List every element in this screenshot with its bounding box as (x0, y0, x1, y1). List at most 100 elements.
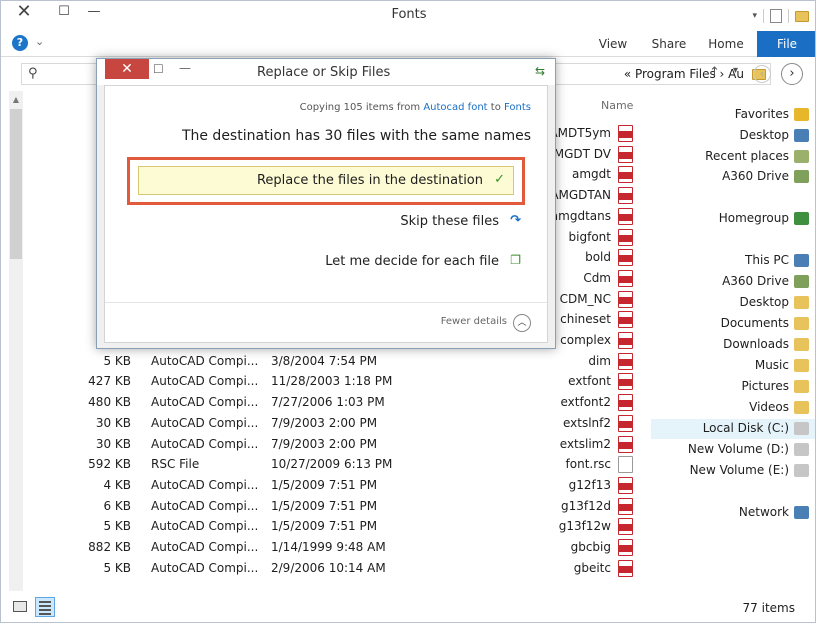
nav-item[interactable]: Documents (651, 314, 815, 334)
table-row[interactable]: g13f12d 1/5/2009 7:51 PM AutoCAD Compi... 6… (23, 496, 641, 517)
maximize-icon[interactable]: ☐ (153, 62, 164, 76)
column-header-name[interactable]: Name (601, 99, 633, 112)
font-file-icon (618, 518, 633, 536)
file-name: AMDT5ym (549, 126, 611, 140)
table-row[interactable]: gbcbig 1/14/1999 9:48 AM AutoCAD Compi... 8… (23, 537, 641, 558)
recent-places-icon (794, 150, 809, 163)
help-icon[interactable]: ? (12, 35, 28, 51)
recent-locations-icon[interactable]: ▾ (733, 65, 738, 76)
file-name: extslim2 (559, 436, 611, 451)
nav-item[interactable]: Favorites (651, 105, 815, 125)
chevron-down-icon[interactable]: ⌄ (35, 35, 44, 48)
nav-item-label: A360 Drive (722, 169, 789, 183)
table-row[interactable]: font.rsc 10/27/2009 6:13 PM RSC File 592 KB (23, 454, 641, 475)
file-date: 1/14/1999 9:48 AM (271, 540, 386, 554)
decide-each-file-option[interactable]: Let me decide for each file ❐ (231, 250, 531, 274)
file-date: 11/28/2003 1:18 PM (271, 374, 393, 389)
replace-or-skip-dialog: ✕ ☐ — Replace or Skip Files ⇆ Copying 10… (96, 58, 556, 349)
nav-item[interactable]: Desktop (651, 126, 815, 146)
file-name: dim (588, 353, 611, 368)
scroll-up-icon[interactable]: ▲ (9, 95, 23, 104)
font-file-icon (618, 497, 633, 515)
file-type: AutoCAD Compi... (151, 374, 259, 389)
file-date: 7/9/2003 2:00 PM (271, 436, 378, 451)
file-size: 592 KB (88, 457, 131, 472)
table-row[interactable]: extslnf2 7/9/2003 2:00 PM AutoCAD Compi...… (23, 413, 641, 434)
nav-item[interactable]: Homegroup (651, 209, 815, 229)
vertical-scrollbar[interactable]: ▲ (9, 91, 23, 591)
source-folder-link[interactable]: Autocad font (423, 102, 487, 113)
table-row[interactable]: extfont 11/28/2003 1:18 PM AutoCAD Compi..… (23, 371, 641, 392)
nav-item[interactable]: Videos (651, 398, 815, 418)
desktop-icon (794, 129, 809, 142)
skip-files-option[interactable]: Skip these files ↷ (231, 210, 531, 234)
table-row[interactable]: g12f13 1/5/2009 7:51 PM AutoCAD Compi... 4 … (23, 475, 641, 496)
properties-icon[interactable] (770, 9, 782, 23)
file-size: 6 KB (103, 498, 131, 513)
font-file-icon (618, 228, 633, 246)
file-name: complex (560, 333, 611, 347)
nav-item-label: Documents (720, 316, 789, 330)
details-view-icon[interactable] (35, 597, 55, 617)
table-row[interactable]: dim 3/8/2004 7:54 PM AutoCAD Compi... 5 KB (23, 351, 641, 372)
file-name: gbeitc (573, 560, 611, 575)
nav-item[interactable]: This PC (651, 251, 815, 271)
dialog-title: Replace or Skip Files (257, 65, 391, 80)
nav-item[interactable]: Desktop (651, 293, 815, 313)
nav-item[interactable]: Local Disk (C:) (651, 419, 815, 439)
file-name: bigfont (568, 229, 611, 244)
breadcrumb[interactable]: « Program Files › Au (624, 64, 744, 84)
nav-item[interactable]: A360 Drive (651, 272, 815, 292)
nav-item[interactable]: Network (651, 503, 815, 523)
file-type: AutoCAD Compi... (151, 519, 259, 534)
status-bar: 77 items (1, 593, 815, 622)
font-file-icon (618, 373, 633, 391)
documents-icon: ❐ (510, 253, 521, 267)
file-name: extfont2 (560, 395, 612, 410)
folder-icon (794, 338, 809, 351)
minimize-icon[interactable]: — (179, 61, 191, 75)
up-arrow-icon[interactable]: ↑ (709, 65, 720, 80)
file-type: AutoCAD Compi... (151, 540, 259, 554)
fewer-details-toggle[interactable]: Fewer details ︿ (411, 314, 531, 332)
table-row[interactable]: gbeitc 2/9/2006 10:14 AM AutoCAD Compi... 5… (23, 558, 641, 579)
file-date: 2/9/2006 10:14 AM (271, 560, 386, 575)
file-date: 10/27/2009 6:13 PM (271, 457, 393, 472)
nav-item[interactable]: Recent places (651, 147, 815, 167)
decide-each-file-label: Let me decide for each file (325, 254, 499, 269)
scroll-thumb[interactable] (10, 109, 22, 259)
file-size: 4 KB (103, 477, 131, 492)
table-row[interactable]: extfont2 7/27/2006 1:03 PM AutoCAD Compi..… (23, 392, 641, 413)
qat-dropdown-icon[interactable]: ▾ (752, 11, 757, 21)
nav-item[interactable]: Music (651, 356, 815, 376)
nav-item-label: Downloads (723, 337, 789, 351)
forward-button[interactable]: ‹ (753, 65, 771, 83)
file-name: amgdtans (550, 208, 611, 223)
table-row[interactable]: g13f12w 1/5/2009 7:51 PM AutoCAD Compi... 5… (23, 516, 641, 537)
nav-item[interactable]: A360 Drive (651, 167, 815, 187)
replace-files-option[interactable]: Replace the files in the destination ✓ (138, 166, 514, 195)
large-icons-view-icon[interactable] (13, 599, 29, 615)
font-file-icon (618, 125, 633, 142)
drive-icon (794, 443, 809, 456)
file-name: CDM_NC (559, 291, 611, 306)
dialog-close-button[interactable]: ✕ (105, 59, 149, 79)
tab-share[interactable]: Share (645, 31, 693, 57)
homegroup-icon (794, 212, 809, 225)
nav-item[interactable]: Pictures (651, 377, 815, 397)
tab-view[interactable]: View (591, 31, 635, 57)
table-row[interactable]: extslim2 7/9/2003 2:00 PM AutoCAD Compi...… (23, 434, 641, 455)
navigation-pane: Favorites Desktop Recent places A360 Drive H… (651, 91, 815, 591)
destination-folder-link[interactable]: Fonts (504, 102, 531, 113)
quick-access-toolbar: ▾ (752, 6, 809, 26)
back-button[interactable]: › (781, 63, 803, 85)
nav-item[interactable]: Downloads (651, 335, 815, 355)
nav-item[interactable]: New Volume (D:) (651, 440, 815, 460)
fewer-details-label: Fewer details (440, 316, 507, 327)
nav-item[interactable]: New Volume (E:) (651, 461, 815, 481)
tab-file[interactable]: File (757, 31, 815, 57)
font-file-icon (618, 187, 633, 205)
file-name: font.rsc (565, 457, 611, 472)
tab-home[interactable]: Home (701, 31, 751, 57)
file-name: g13f12d (561, 498, 611, 513)
